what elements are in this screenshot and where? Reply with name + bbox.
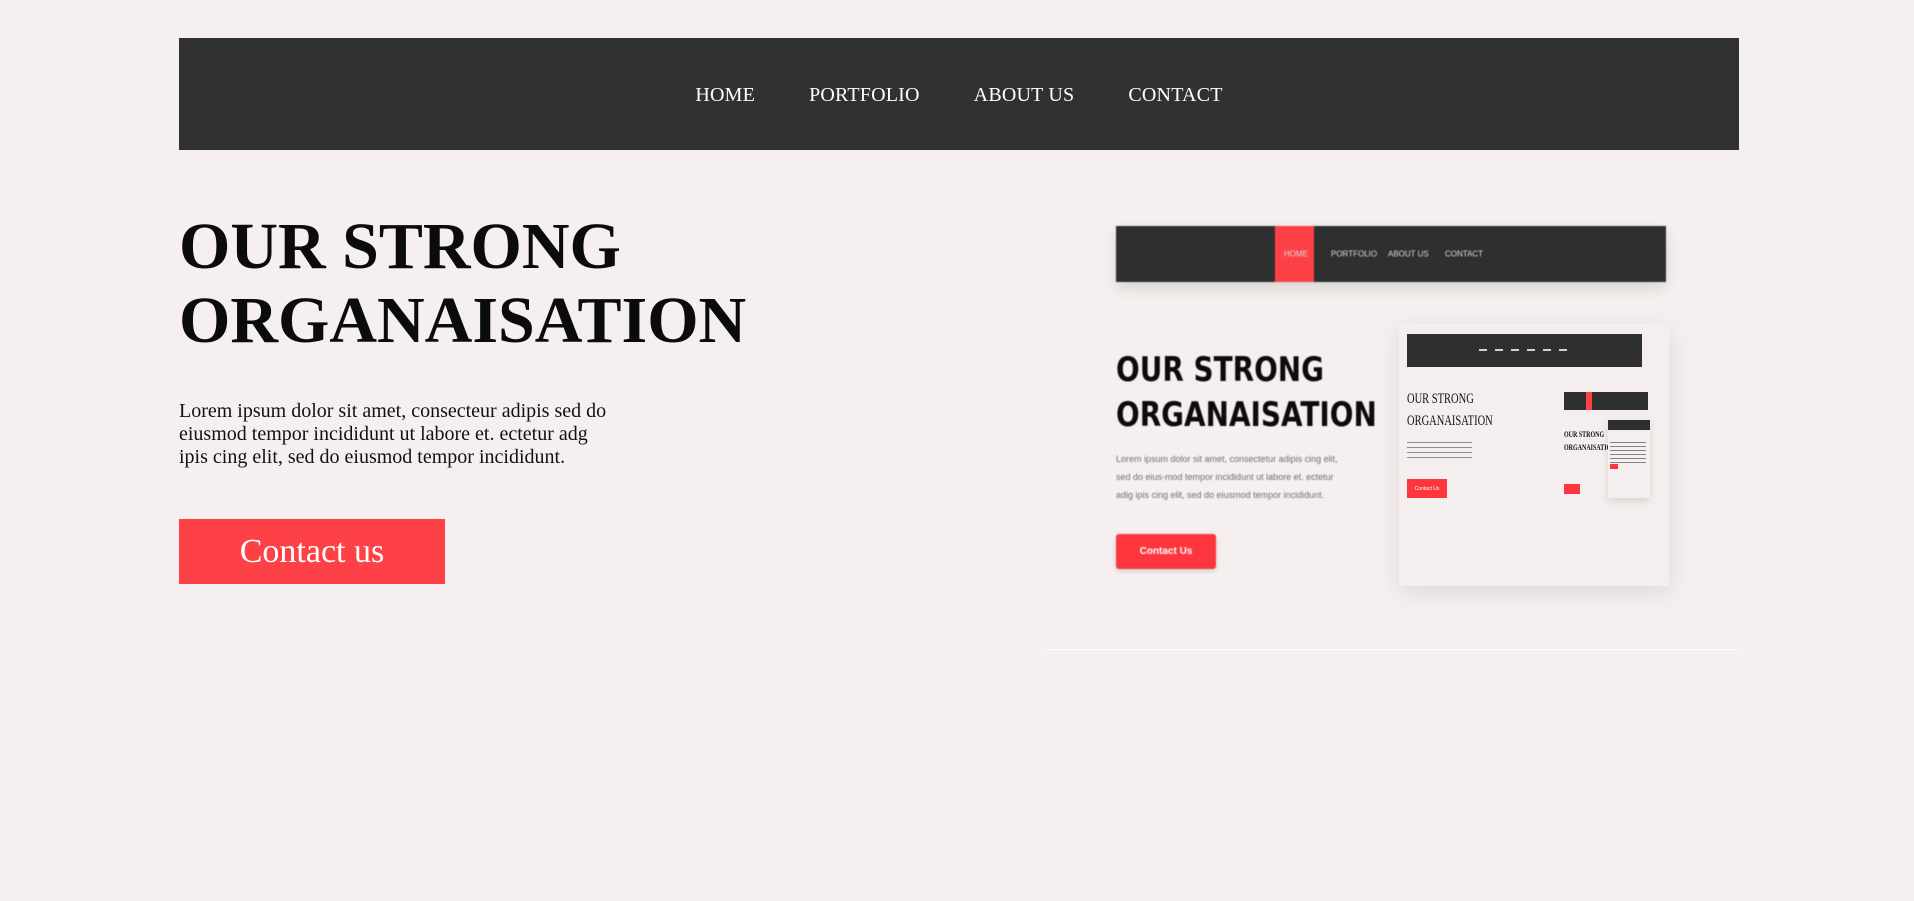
mini-card-button — [1610, 464, 1618, 469]
nested-contact-button: Contact Us — [1407, 479, 1447, 498]
nested-title: OUR STRONG ORGANAISATION — [1407, 388, 1493, 432]
hero-title-line-2: ORGANAISATION — [179, 284, 747, 357]
section-divider — [1046, 649, 1739, 650]
contact-us-button[interactable]: Contact us — [179, 519, 445, 584]
mini-nested-card — [1608, 420, 1650, 498]
nav-link-portfolio[interactable]: PORTFOLIO — [782, 84, 947, 107]
hero-description: Lorem ipsum dolor sit amet, consecteur a… — [179, 400, 607, 468]
preview-title-line-1: OUR STRONG — [1116, 350, 1324, 390]
mini-card-lines — [1610, 442, 1646, 464]
preview-nested-screenshot: OUR STRONG ORGANAISATION Contact Us OUR … — [1399, 324, 1669, 586]
nested-nav-links — [1479, 349, 1569, 351]
nested-mini-screenshot: OUR STRONG ORGANAISATION — [1564, 392, 1650, 502]
preview-hero-title: OUR STRONG ORGANAISATION — [1116, 348, 1444, 438]
nested-navbar — [1407, 334, 1642, 367]
main-navbar: HOME PORTFOLIO ABOUT US CONTACT — [179, 38, 1739, 150]
preview-nav-link-contact: CONTACT — [1445, 249, 1484, 259]
mini-card-navbar — [1608, 420, 1650, 430]
hero-title: OUR STRONG ORGANAISATION — [179, 210, 899, 358]
nested-description-lines — [1407, 442, 1472, 458]
preview-nav-link-portfolio: PORTFOLIO — [1331, 249, 1378, 259]
preview-title-line-2: ORGANAISATION — [1116, 395, 1377, 435]
preview-contact-button: Contact Us — [1116, 534, 1216, 569]
website-preview-image: HOME PORTFOLIO ABOUT US CONTACT OUR STRO… — [1116, 224, 1696, 604]
mini-title-line-1: OUR STRONG — [1564, 430, 1605, 439]
mini-nav-home-highlight — [1586, 392, 1592, 410]
preview-nav-link-home: HOME — [1284, 249, 1308, 259]
nav-link-home[interactable]: HOME — [668, 84, 782, 107]
mini-contact-button — [1564, 484, 1580, 494]
nav-link-about-us[interactable]: ABOUT US — [947, 84, 1102, 107]
preview-hero-description: Lorem ipsum dolor sit amet, consectetur … — [1116, 454, 1338, 500]
nav-link-contact[interactable]: CONTACT — [1101, 84, 1249, 107]
nested-title-line-1: OUR STRONG — [1407, 391, 1474, 407]
preview-navbar: HOME PORTFOLIO ABOUT US CONTACT — [1116, 226, 1666, 282]
nested-title-line-2: ORGANAISATION — [1407, 413, 1493, 429]
mini-navbar — [1564, 392, 1648, 410]
hero-title-line-1: OUR STRONG — [179, 210, 621, 283]
preview-nav-link-about-us: ABOUT US — [1388, 249, 1429, 259]
